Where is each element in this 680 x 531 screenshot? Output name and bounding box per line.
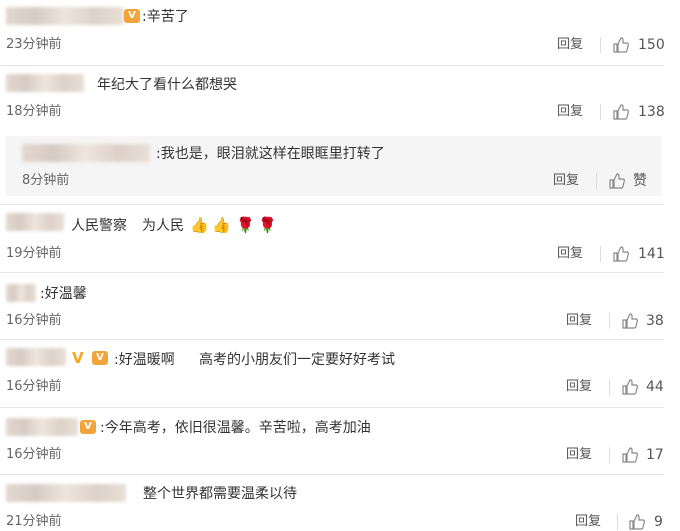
rose-icon: 🌹 bbox=[236, 216, 255, 234]
comment-text-extra: 高考的小朋友们一定要好好考试 bbox=[199, 352, 395, 368]
thumbs-up-icon[interactable] bbox=[621, 446, 639, 464]
verified-v-icon: V bbox=[72, 349, 84, 367]
separator bbox=[0, 474, 664, 475]
username-blurred[interactable] bbox=[6, 213, 64, 231]
reply-button[interactable]: 回复 bbox=[557, 245, 583, 263]
thumbs-up-icon[interactable] bbox=[621, 378, 639, 396]
like-count: 138 bbox=[638, 104, 665, 120]
username-blurred[interactable] bbox=[6, 484, 126, 502]
thumbs-up-icon[interactable] bbox=[608, 172, 626, 190]
comment-time: 16分钟前 bbox=[6, 313, 62, 328]
comment-text: :好温暖啊 bbox=[114, 352, 175, 368]
comment-text-extra: 为人民 bbox=[142, 218, 184, 234]
divider bbox=[609, 447, 610, 463]
comment-text: 年纪大了看什么都想哭 bbox=[97, 77, 237, 93]
username-blurred[interactable] bbox=[6, 418, 78, 436]
reply-button[interactable]: 回复 bbox=[557, 103, 583, 121]
reply-button[interactable]: 回复 bbox=[575, 513, 601, 531]
comment-time: 18分钟前 bbox=[6, 104, 62, 119]
separator bbox=[0, 339, 664, 340]
separator bbox=[0, 272, 664, 273]
like-count: 9 bbox=[654, 514, 663, 530]
comment-time: 23分钟前 bbox=[6, 37, 62, 52]
thumbs-up-icon[interactable] bbox=[628, 513, 646, 531]
divider bbox=[600, 37, 601, 53]
comment-time: 16分钟前 bbox=[6, 379, 62, 394]
comment-text: 人民警察 bbox=[71, 218, 127, 234]
reply-button[interactable]: 回复 bbox=[553, 172, 579, 190]
like-count: 17 bbox=[646, 447, 664, 463]
rose-icon: 🌹 bbox=[258, 216, 277, 234]
comment-time: 19分钟前 bbox=[6, 246, 62, 261]
comment-text: :今年高考，依旧很温馨。辛苦啦，高考加油 bbox=[100, 420, 371, 436]
comment-text: 整个世界都需要温柔以待 bbox=[143, 486, 297, 502]
reply-time: 8分钟前 bbox=[22, 173, 70, 188]
comment-time: 16分钟前 bbox=[6, 447, 62, 462]
thumbs-up-emoji: 👍 bbox=[212, 216, 231, 234]
username-blurred[interactable] bbox=[6, 348, 66, 366]
divider bbox=[609, 313, 610, 329]
divider bbox=[617, 514, 618, 530]
reply-text: :我也是，眼泪就这样在眼眶里打转了 bbox=[156, 146, 385, 162]
separator bbox=[0, 407, 664, 408]
divider bbox=[596, 173, 597, 189]
like-count: 150 bbox=[638, 37, 665, 53]
vip-badge-icon: V bbox=[92, 351, 108, 365]
thumbs-up-icon[interactable] bbox=[612, 36, 630, 54]
separator bbox=[0, 204, 664, 205]
comment-time: 21分钟前 bbox=[6, 514, 62, 529]
reply-button[interactable]: 回复 bbox=[566, 378, 592, 396]
separator bbox=[0, 65, 664, 66]
like-count: 141 bbox=[638, 246, 665, 262]
reply-button[interactable]: 回复 bbox=[566, 312, 592, 330]
thumbs-up-icon[interactable] bbox=[612, 245, 630, 263]
divider bbox=[600, 104, 601, 120]
thumbs-up-icon[interactable] bbox=[621, 312, 639, 330]
comment-text: :好温馨 bbox=[40, 286, 87, 302]
comment-text: :辛苦了 bbox=[142, 9, 189, 25]
username-blurred[interactable] bbox=[6, 284, 36, 302]
like-label[interactable]: 赞 bbox=[633, 172, 647, 190]
like-count: 44 bbox=[646, 379, 664, 395]
vip-badge-icon: V bbox=[80, 420, 96, 434]
username-blurred[interactable] bbox=[6, 74, 84, 92]
reply-button[interactable]: 回复 bbox=[557, 36, 583, 54]
vip-badge-icon: V bbox=[124, 9, 140, 23]
like-count: 38 bbox=[646, 313, 664, 329]
username-blurred[interactable] bbox=[22, 144, 150, 162]
thumbs-up-emoji: 👍 bbox=[190, 216, 209, 234]
nested-reply: :我也是，眼泪就这样在眼眶里打转了 8分钟前 回复 赞 bbox=[6, 136, 662, 196]
username-blurred[interactable] bbox=[6, 7, 124, 25]
thumbs-up-icon[interactable] bbox=[612, 103, 630, 121]
divider bbox=[600, 246, 601, 262]
divider bbox=[609, 379, 610, 395]
reply-button[interactable]: 回复 bbox=[566, 446, 592, 464]
